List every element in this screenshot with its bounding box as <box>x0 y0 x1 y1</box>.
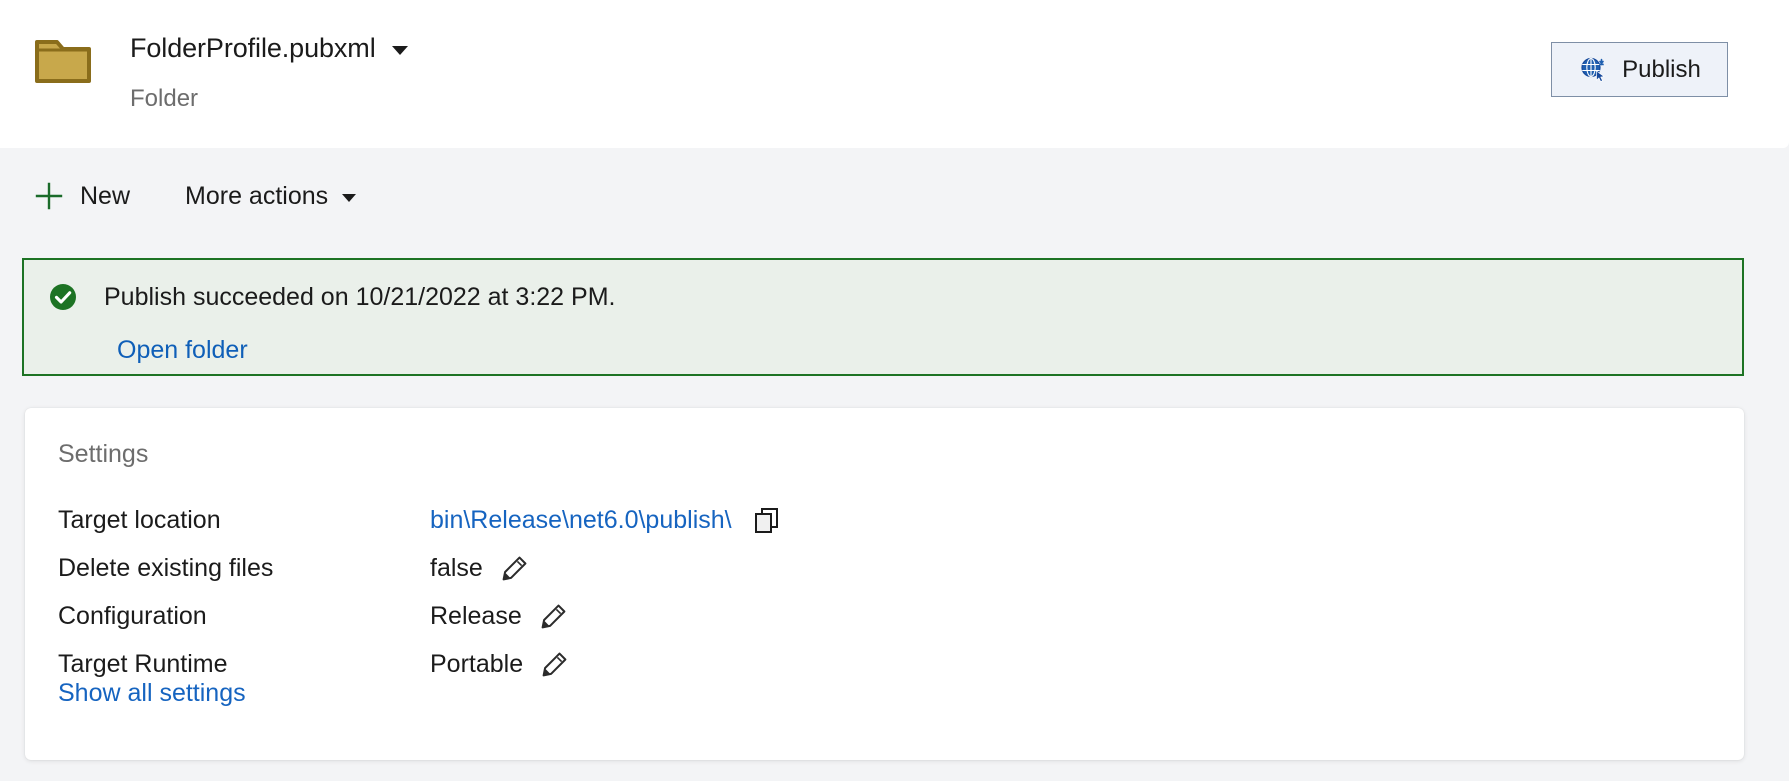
delete-existing-files-value: false <box>430 553 483 582</box>
setting-label: Target Runtime <box>58 649 228 678</box>
open-folder-link[interactable]: Open folder <box>117 338 248 363</box>
new-profile-label: New <box>80 181 131 210</box>
setting-label: Delete existing files <box>58 553 274 582</box>
pencil-edit-icon[interactable] <box>542 651 568 677</box>
table-row: Target location bin\Release\net6.0\publi… <box>58 496 1058 544</box>
settings-card: Settings Target location bin\Release\net… <box>25 408 1744 760</box>
profile-type-label: Folder <box>130 85 199 112</box>
actions-toolbar: New More actions <box>0 148 1789 244</box>
pencil-edit-icon[interactable] <box>541 603 567 629</box>
more-actions-button[interactable]: More actions <box>185 173 357 219</box>
success-check-icon <box>50 284 76 310</box>
setting-label: Configuration <box>58 601 207 630</box>
publish-button-label: Publish <box>1622 55 1701 83</box>
publish-button[interactable]: Publish <box>1551 42 1728 97</box>
setting-value-group: false <box>430 555 528 581</box>
profile-name: FolderProfile.pubxml <box>130 32 376 63</box>
plus-icon <box>35 182 63 210</box>
profile-summary: FolderProfile.pubxml Folder <box>34 26 408 111</box>
table-row: Configuration Release <box>58 592 1058 640</box>
copy-icon[interactable] <box>753 506 781 534</box>
target-runtime-value: Portable <box>430 649 524 678</box>
configuration-value: Release <box>430 601 522 630</box>
setting-value-group: Portable <box>430 651 568 677</box>
folder-icon <box>35 40 91 83</box>
setting-value-group: Release <box>430 603 567 629</box>
target-location-value[interactable]: bin\Release\net6.0\publish\ <box>430 507 732 533</box>
profile-name-row[interactable]: FolderProfile.pubxml <box>130 26 408 70</box>
new-profile-button[interactable]: New <box>34 173 130 219</box>
publish-profile-page: FolderProfile.pubxml Folder Publish New <box>0 0 1789 781</box>
pencil-edit-icon[interactable] <box>502 555 528 581</box>
profile-text-block: FolderProfile.pubxml Folder <box>130 26 408 111</box>
publish-globe-icon <box>1581 57 1605 82</box>
more-actions-label: More actions <box>185 181 329 210</box>
setting-value-group: bin\Release\net6.0\publish\ <box>430 506 781 534</box>
page-header: FolderProfile.pubxml Folder Publish <box>0 0 1789 148</box>
setting-label: Target location <box>58 505 221 534</box>
chevron-down-icon <box>342 194 357 202</box>
settings-row-list: Target location bin\Release\net6.0\publi… <box>58 496 1058 688</box>
settings-title: Settings <box>58 440 149 468</box>
table-row: Delete existing files false <box>58 544 1058 592</box>
show-all-settings-link[interactable]: Show all settings <box>58 681 246 706</box>
banner-message-row: Publish succeeded on 10/21/2022 at 3:22 … <box>48 282 615 312</box>
publish-status-banner: Publish succeeded on 10/21/2022 at 3:22 … <box>22 258 1744 376</box>
chevron-down-icon[interactable] <box>391 45 408 55</box>
banner-message: Publish succeeded on 10/21/2022 at 3:22 … <box>104 282 616 311</box>
